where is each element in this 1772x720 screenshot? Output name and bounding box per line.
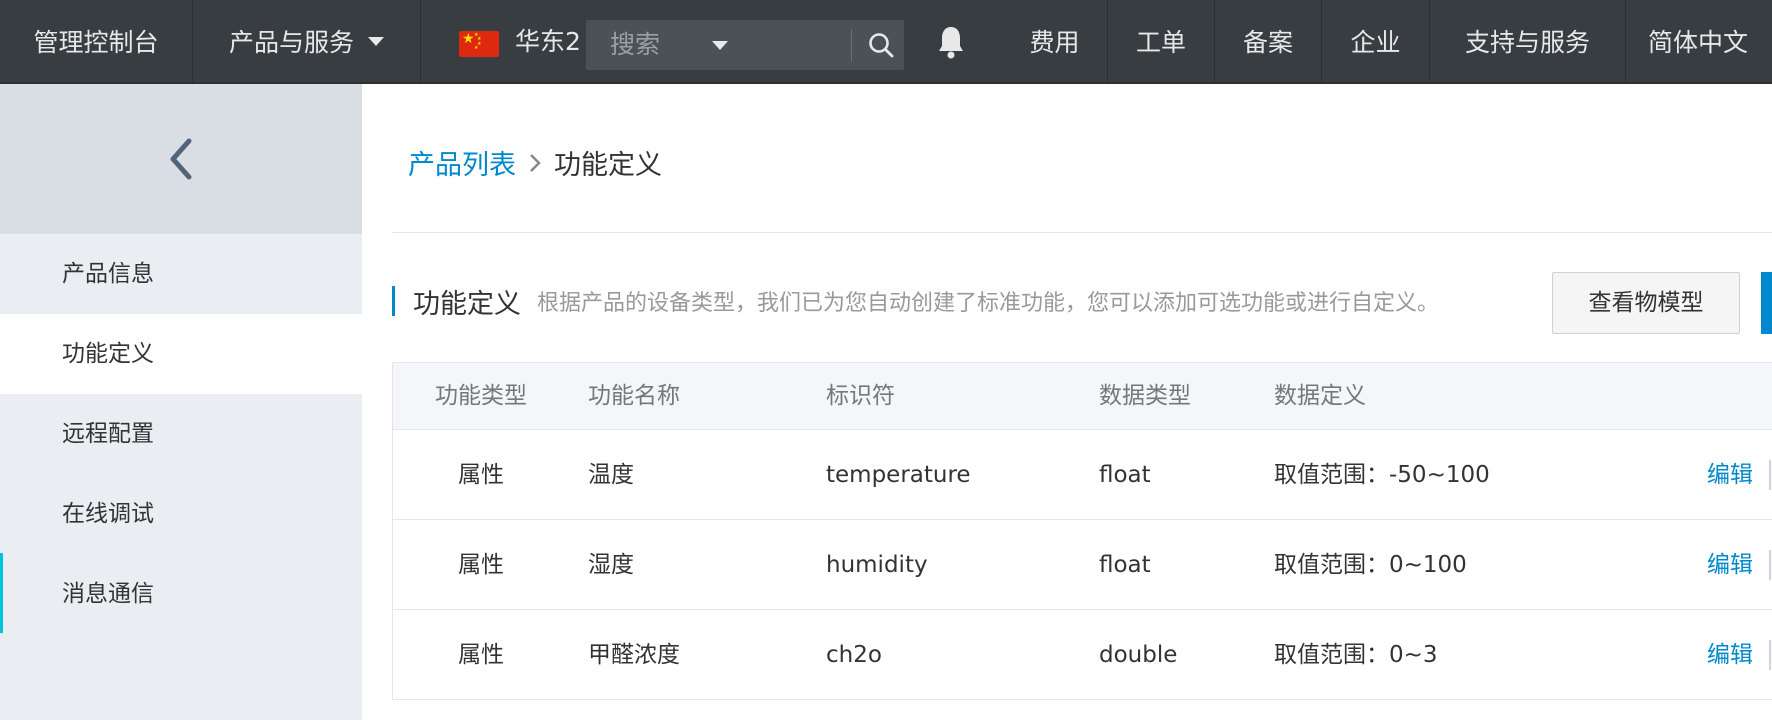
cell-function-name: 温度 bbox=[588, 462, 634, 488]
cell-identifier: ch2o bbox=[826, 642, 882, 668]
sidebar: 产品信息 功能定义 远程配置 在线调试 消息通信 bbox=[0, 84, 362, 720]
nav-link-filing[interactable]: 备案 bbox=[1215, 0, 1322, 82]
sidebar-item-label: 消息通信 bbox=[62, 581, 154, 607]
search-input[interactable]: 搜索 bbox=[586, 20, 904, 70]
nav-link-support[interactable]: 支持与服务 bbox=[1430, 0, 1626, 82]
table-header: 功能类型 功能名称 标识符 数据类型 数据定义 bbox=[392, 362, 1772, 430]
top-navigation-bar: 管理控制台 产品与服务 ★ ★ ★ ★ ★ 华东2（上海） 搜索 费用 工单 备… bbox=[0, 0, 1772, 84]
chevron-down-icon bbox=[368, 36, 384, 46]
nav-link-label: 支持与服务 bbox=[1464, 28, 1590, 57]
section-marker bbox=[392, 286, 395, 316]
column-header: 数据类型 bbox=[1099, 383, 1191, 409]
nav-link-tickets[interactable]: 工单 bbox=[1108, 0, 1215, 82]
language-label: 简体中文 bbox=[1648, 28, 1749, 57]
console-home-link[interactable]: 管理控制台 bbox=[0, 0, 193, 82]
edit-link[interactable]: 编辑 bbox=[1707, 430, 1753, 520]
accent-edge-strip bbox=[0, 553, 3, 633]
nav-link-enterprise[interactable]: 企业 bbox=[1322, 0, 1430, 82]
edit-link[interactable]: 编辑 bbox=[1707, 610, 1753, 700]
column-header: 功能名称 bbox=[588, 383, 680, 409]
bell-icon[interactable] bbox=[935, 24, 967, 60]
products-services-label: 产品与服务 bbox=[228, 28, 354, 57]
nav-link-label: 备案 bbox=[1242, 28, 1293, 57]
cell-function-name: 甲醛浓度 bbox=[588, 642, 680, 668]
chevron-right-icon bbox=[530, 153, 541, 172]
view-model-button[interactable]: 查看物模型 bbox=[1552, 272, 1740, 334]
column-header: 功能类型 bbox=[435, 383, 527, 409]
action-divider bbox=[1769, 550, 1771, 580]
search-icon[interactable] bbox=[866, 30, 896, 60]
divider bbox=[392, 232, 1772, 233]
china-flag-icon: ★ ★ ★ ★ ★ bbox=[459, 31, 499, 57]
cell-function-type: 属性 bbox=[458, 642, 504, 668]
sidebar-item-label: 远程配置 bbox=[62, 421, 154, 447]
cell-data-definition: 取值范围：-50~100 bbox=[1274, 462, 1490, 488]
cell-data-definition: 取值范围：0~3 bbox=[1274, 642, 1438, 668]
sidebar-item-remote-config[interactable]: 远程配置 bbox=[0, 394, 362, 474]
sidebar-item-message-comm[interactable]: 消息通信 bbox=[0, 554, 362, 634]
breadcrumb-current: 功能定义 bbox=[554, 150, 662, 181]
breadcrumb-parent-link[interactable]: 产品列表 bbox=[408, 143, 516, 182]
products-services-menu[interactable]: 产品与服务 bbox=[193, 0, 421, 82]
sidebar-item-label: 功能定义 bbox=[62, 341, 154, 367]
cell-data-definition: 取值范围：0~100 bbox=[1274, 552, 1467, 578]
sidebar-item-online-debug[interactable]: 在线调试 bbox=[0, 474, 362, 554]
section-description: 根据产品的设备类型，我们已为您自动创建了标准功能，您可以添加可选功能或进行自定义… bbox=[537, 291, 1440, 316]
cell-identifier: humidity bbox=[826, 552, 928, 578]
sidebar-item-label: 产品信息 bbox=[62, 261, 154, 287]
console-home-label: 管理控制台 bbox=[33, 28, 159, 57]
sidebar-collapse-button[interactable] bbox=[0, 84, 362, 234]
nav-link-fees[interactable]: 费用 bbox=[1002, 0, 1108, 82]
chevron-left-icon bbox=[170, 138, 192, 180]
language-selector[interactable]: 简体中文 bbox=[1626, 0, 1772, 82]
sidebar-item-function-definition[interactable]: 功能定义 bbox=[0, 314, 362, 394]
cell-function-type: 属性 bbox=[458, 552, 504, 578]
edit-link[interactable]: 编辑 bbox=[1707, 520, 1753, 610]
cell-data-type: float bbox=[1099, 552, 1151, 578]
table-row: 属性 湿度 humidity float 取值范围：0~100 编辑 bbox=[392, 520, 1772, 610]
nav-link-label: 工单 bbox=[1135, 28, 1186, 57]
sidebar-item-product-info[interactable]: 产品信息 bbox=[0, 234, 362, 314]
search-divider bbox=[851, 29, 852, 61]
sidebar-item-label: 在线调试 bbox=[62, 501, 154, 527]
search-placeholder: 搜索 bbox=[610, 30, 661, 59]
cell-identifier: temperature bbox=[826, 462, 971, 488]
cell-function-name: 湿度 bbox=[588, 552, 634, 578]
cell-data-type: float bbox=[1099, 462, 1151, 488]
cell-function-type: 属性 bbox=[458, 462, 504, 488]
action-divider bbox=[1769, 460, 1771, 490]
table-row: 属性 甲醛浓度 ch2o double 取值范围：0~3 编辑 bbox=[392, 610, 1772, 700]
section-header: 功能定义 根据产品的设备类型，我们已为您自动创建了标准功能，您可以添加可选功能或… bbox=[392, 284, 1440, 320]
primary-button-edge[interactable] bbox=[1761, 272, 1772, 334]
column-header: 标识符 bbox=[826, 383, 895, 409]
nav-link-label: 费用 bbox=[1029, 28, 1080, 57]
breadcrumb: 产品列表 功能定义 bbox=[408, 143, 662, 182]
cell-data-type: double bbox=[1099, 642, 1178, 668]
nav-link-label: 企业 bbox=[1350, 28, 1401, 57]
function-table: 功能类型 功能名称 标识符 数据类型 数据定义 属性 温度 temperatur… bbox=[392, 362, 1772, 700]
action-divider bbox=[1769, 640, 1771, 670]
table-row: 属性 温度 temperature float 取值范围：-50~100 编辑 bbox=[392, 430, 1772, 520]
section-title: 功能定义 bbox=[413, 288, 521, 320]
column-header: 数据定义 bbox=[1274, 383, 1366, 409]
chevron-down-icon bbox=[712, 41, 728, 50]
